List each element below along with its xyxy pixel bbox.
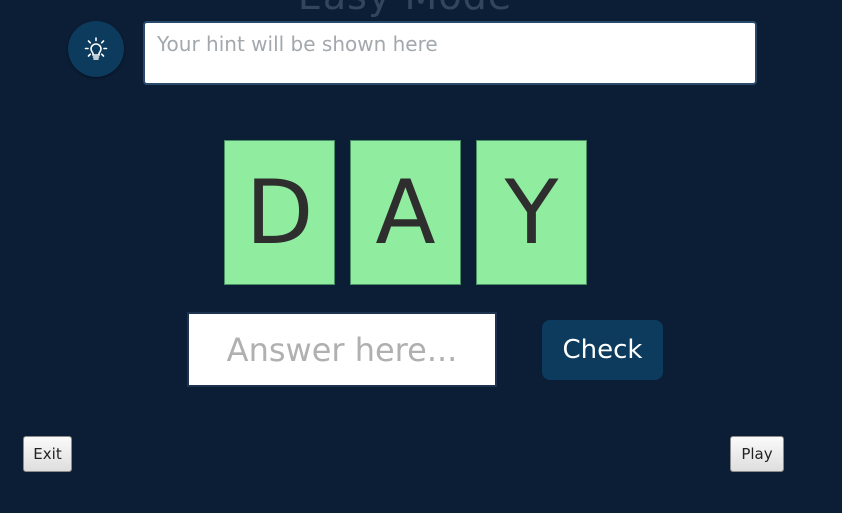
letter-tile: D [224, 140, 335, 285]
lightbulb-icon [84, 37, 108, 60]
play-button[interactable]: Play [730, 436, 784, 472]
hint-display[interactable] [143, 21, 757, 85]
exit-button[interactable]: Exit [23, 436, 72, 472]
hint-button[interactable] [68, 21, 124, 77]
answer-input[interactable] [187, 312, 497, 387]
game-window: Easy Mode D A Y Check Exit Play [0, 0, 842, 513]
mode-title: Easy Mode [0, 0, 810, 18]
check-button[interactable]: Check [542, 320, 663, 380]
letter-tiles: D A Y [224, 140, 587, 285]
letter-tile: Y [476, 140, 587, 285]
letter-tile: A [350, 140, 461, 285]
